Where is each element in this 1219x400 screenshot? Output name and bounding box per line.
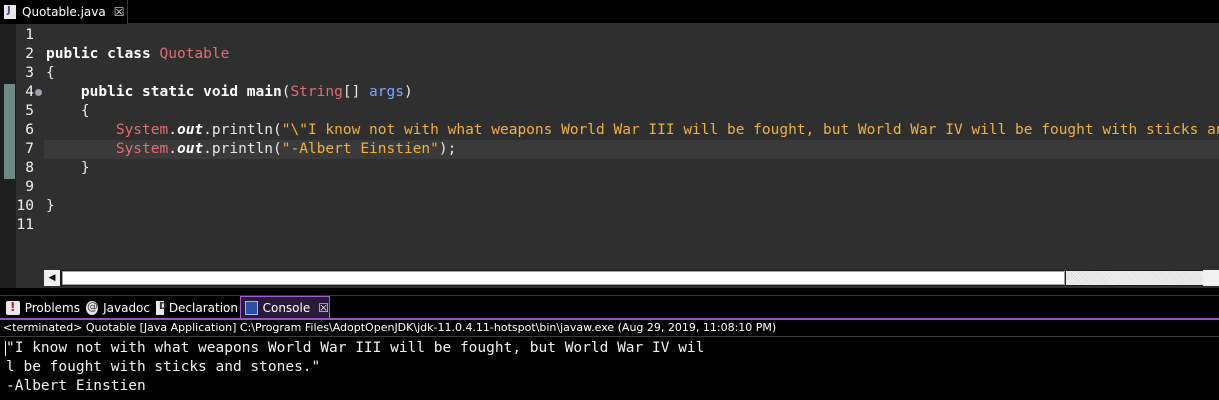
code-token: {	[46, 103, 90, 119]
tab-javadoc[interactable]: Javadoc	[82, 296, 150, 319]
console-output-line: -Albert Einstien	[6, 378, 146, 394]
close-icon[interactable]: ☒	[318, 301, 329, 315]
override-marker-icon[interactable]	[35, 89, 42, 96]
code-token: .	[168, 122, 177, 138]
overview-ruler-left	[0, 24, 16, 288]
code-line[interactable]: {	[44, 64, 1219, 83]
editor-tab-quotable[interactable]: Quotable.java ☒	[0, 0, 128, 24]
tab-console[interactable]: Console ☒	[240, 296, 330, 319]
line-number-gutter: 1 2 3 4 5 6 7 8 9 10 11	[16, 24, 44, 274]
code-line[interactable]: System.out.println("-Albert Einstien");	[44, 140, 1219, 159]
code-line[interactable]: public static void main(String[] args)	[44, 83, 1219, 102]
code-token: public class	[46, 46, 160, 62]
views-tab-bar: Problems Javadoc Declaration Console ☒	[0, 295, 1219, 319]
console-output-line: "I know not with what weapons World War …	[6, 340, 705, 356]
code-line[interactable]: }	[44, 159, 1219, 178]
problems-icon	[6, 300, 20, 315]
code-token: args	[369, 84, 404, 100]
code-token: System	[115, 122, 169, 138]
scrollbar-track[interactable]	[1066, 271, 1206, 285]
line-number: 5	[25, 103, 34, 119]
tab-problems[interactable]: Problems	[2, 296, 80, 319]
code-token: out	[176, 141, 204, 157]
console-icon	[245, 301, 258, 315]
close-icon[interactable]: ☒	[114, 5, 125, 19]
quick-diff-change-bar	[4, 84, 15, 179]
code-line[interactable]: {	[44, 102, 1219, 121]
code-token: String	[290, 84, 343, 100]
tab-problems-label: Problems	[24, 300, 80, 315]
code-line[interactable]: System.out.println("\"I know not with wh…	[44, 121, 1219, 140]
code-token: System	[115, 141, 169, 157]
line-number: 7	[25, 141, 34, 157]
console-status-line: <terminated> Quotable [Java Application]…	[0, 318, 1219, 336]
scroll-right-icon[interactable]	[1203, 270, 1219, 286]
console-output[interactable]: "I know not with what weapons World War …	[0, 336, 1219, 400]
horizontal-scrollbar[interactable]: ◀	[44, 270, 1219, 286]
code-text-area[interactable]: public class Quotable{ public static voi…	[44, 24, 1219, 274]
code-token: .	[168, 141, 177, 157]
code-token: []	[342, 84, 370, 100]
code-token: );	[438, 141, 457, 157]
line-number: 1	[25, 27, 34, 43]
code-token: }	[46, 160, 90, 176]
line-number: 3	[25, 65, 34, 81]
tab-declaration-label: Declaration	[168, 300, 238, 315]
java-file-icon	[4, 5, 16, 19]
line-number: 10	[16, 198, 34, 214]
code-token: out	[176, 122, 204, 138]
code-token: Quotable	[159, 46, 230, 62]
code-token: public static void main	[80, 84, 282, 100]
code-token: )	[403, 84, 413, 100]
code-line[interactable]	[44, 216, 1219, 235]
console-process-label: <terminated> Quotable [Java Application]…	[3, 321, 777, 334]
line-number: 6	[25, 122, 34, 138]
code-line[interactable]	[44, 26, 1219, 45]
code-line[interactable]: public class Quotable	[44, 45, 1219, 64]
declaration-icon	[156, 300, 167, 315]
code-editor[interactable]: 1 2 3 4 5 6 7 8 9 10 11 public class Quotable{ pub…	[0, 24, 1219, 288]
tab-javadoc-label: Javadoc	[103, 300, 150, 315]
line-number: 8	[25, 160, 34, 176]
code-token: "\"I know not with what weapons World Wa…	[281, 122, 1219, 138]
tab-declaration[interactable]: Declaration	[152, 296, 238, 319]
code-line[interactable]	[44, 178, 1219, 197]
code-token: {	[46, 65, 55, 81]
code-token: "-Albert Einstien"	[281, 141, 439, 157]
scrollbar-thumb[interactable]	[62, 271, 1065, 285]
line-number: 2	[25, 46, 34, 62]
code-token: }	[46, 198, 55, 214]
code-token: .println(	[203, 122, 282, 138]
tab-console-label: Console	[262, 301, 311, 315]
code-line[interactable]: }	[44, 197, 1219, 216]
scroll-left-icon[interactable]: ◀	[44, 270, 60, 286]
console-output-line: l be fought with sticks and stones."	[6, 359, 321, 375]
line-number: 9	[25, 179, 34, 195]
editor-tab-bar: Quotable.java ☒	[0, 0, 1219, 24]
editor-tab-label: Quotable.java	[22, 5, 106, 19]
line-number: 11	[16, 217, 34, 233]
javadoc-icon	[86, 300, 99, 315]
line-number: 4	[25, 84, 34, 100]
code-token: .println(	[203, 141, 282, 157]
